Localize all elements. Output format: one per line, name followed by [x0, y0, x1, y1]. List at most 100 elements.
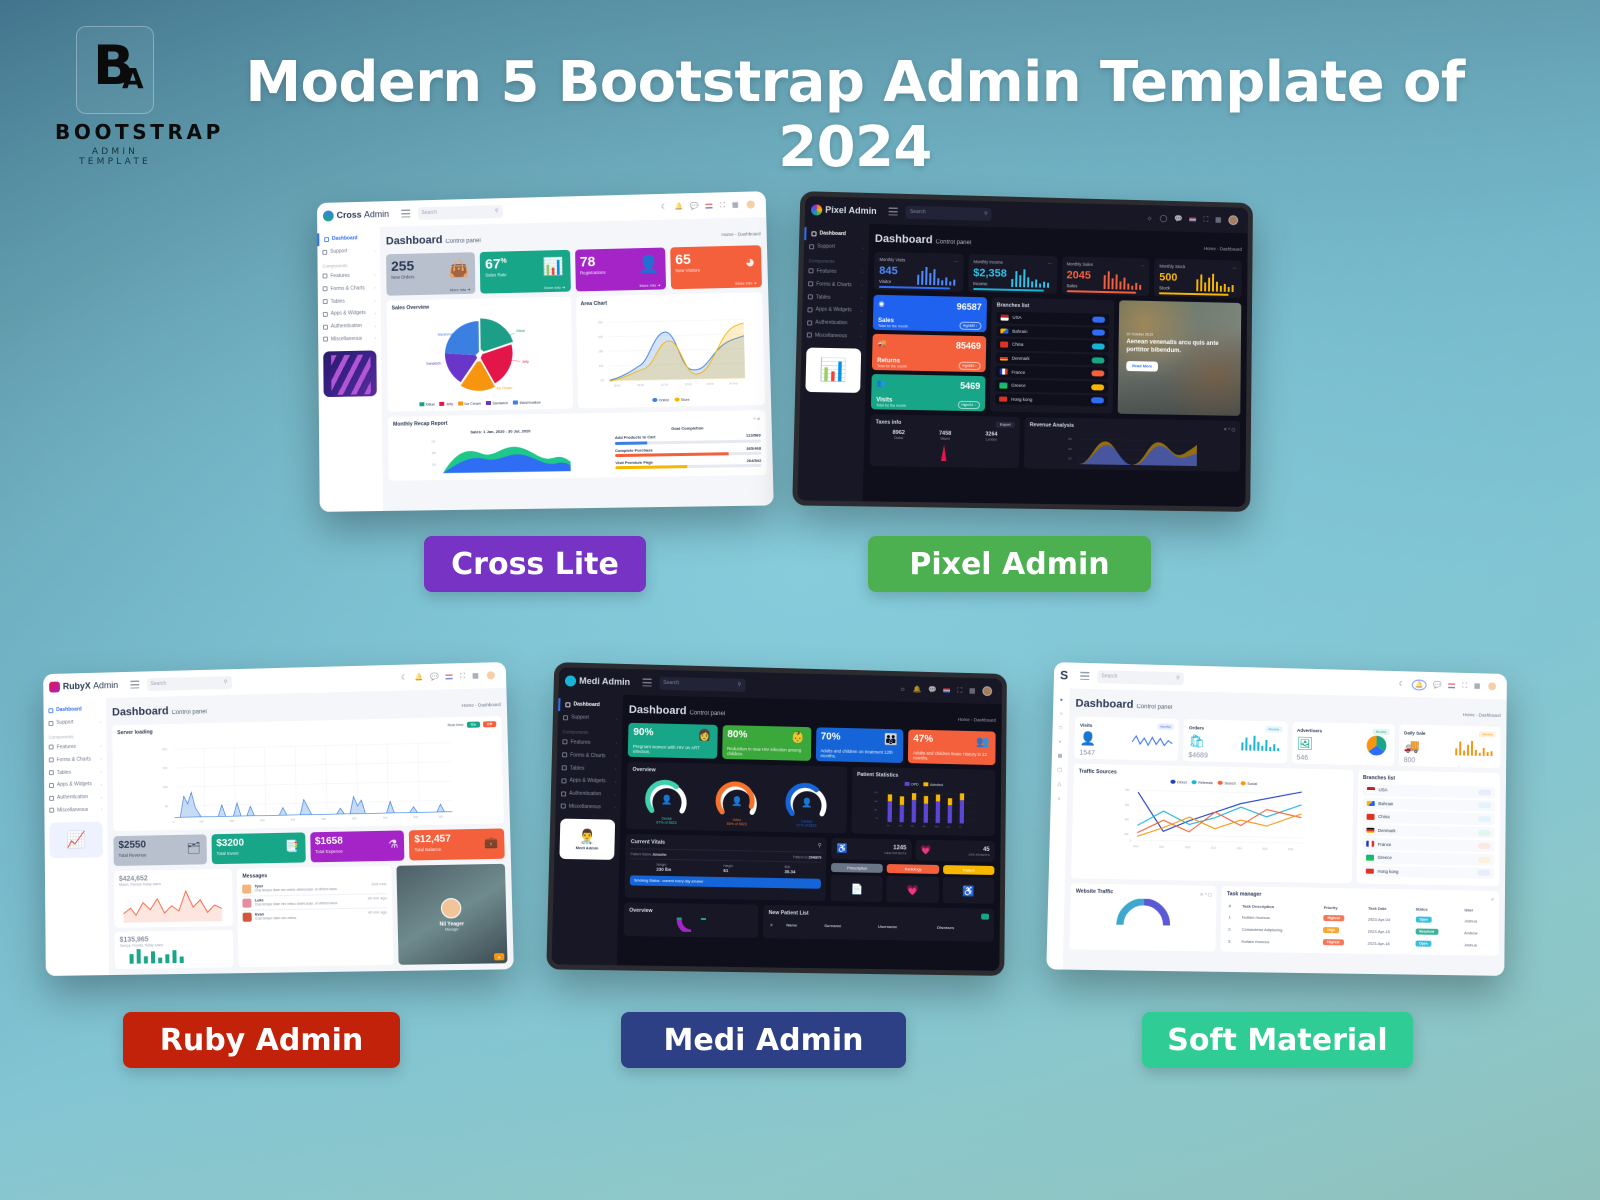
chat-icon[interactable]: 💬	[1174, 215, 1183, 222]
stat-card[interactable]: $1658 Total Expence ⚗	[309, 830, 405, 863]
sidebar-item-miscellaneous[interactable]: Miscellaneous ›	[555, 800, 620, 814]
stat-card[interactable]: $12,457 Total Balance 💼	[409, 828, 505, 861]
branch-row[interactable]: China	[995, 338, 1109, 353]
sidebar-item-forms-charts[interactable]: ◐	[1052, 735, 1069, 749]
avatar[interactable]	[485, 670, 497, 681]
grid-icon[interactable]: ▦	[969, 687, 976, 694]
stat-card[interactable]: 65 New Visitors ◕ More info ➔	[669, 245, 762, 290]
stat-card[interactable]: 255 New Orders 👜 More info ➔	[386, 252, 476, 296]
medi-sidebar[interactable]: Dashboard Support › Components Features …	[551, 693, 624, 966]
more-info-link[interactable]: More info ➔	[676, 276, 757, 287]
ruby-brand[interactable]: RubyX Admin	[49, 680, 118, 693]
stat-card-orders[interactable]: Orders Monthly 🛍 $4689	[1183, 719, 1288, 764]
profile-card[interactable]: Nil Yeager Manager ▲	[396, 863, 508, 965]
bell-icon[interactable]: ◯	[1160, 215, 1168, 222]
more-info-link[interactable]: More info ➔	[391, 283, 471, 294]
moon-icon[interactable]: ☾	[661, 203, 667, 210]
grid-icon[interactable]: ▦	[472, 672, 479, 679]
stat-card[interactable]: Monthly Sales ⋯ 2045 Sales	[1061, 256, 1150, 296]
menu-toggle-icon[interactable]	[400, 209, 410, 218]
branch-row[interactable]: USA	[1362, 783, 1496, 799]
stat-card[interactable]: $2550 Total Revenue 🗂	[113, 834, 207, 867]
action-radiology[interactable]: Radiology 💗	[886, 864, 939, 903]
avatar[interactable]	[1487, 681, 1498, 692]
grid-icon[interactable]: ▦	[1215, 216, 1222, 223]
message-item[interactable]: Evan 40 min ago Cras tempor diam nec met…	[242, 907, 388, 924]
more-info-link[interactable]: More info ➔	[485, 281, 565, 292]
realtime-on-button[interactable]: On	[466, 721, 480, 728]
screenshot-medi-admin[interactable]: Medi Admin Search ⚲ ☼ 🔔 💬 ⛶ ▦ Dashboard …	[546, 662, 1007, 976]
sidebar-item-tables[interactable]: ▦	[1052, 749, 1069, 763]
soft-brand[interactable]: S	[1060, 668, 1068, 682]
label-ruby-admin[interactable]: Ruby Admin	[123, 1012, 400, 1068]
sidebar-item-miscellaneous[interactable]: ▵	[1051, 791, 1068, 805]
chat-icon[interactable]: 💬	[928, 686, 937, 693]
tile-card[interactable]: 👥 5469 Visits Total for the month High40…	[870, 373, 986, 412]
bell-icon[interactable]: 🔔	[414, 674, 423, 681]
action-patient[interactable]: Patient ♿	[942, 865, 995, 904]
fullscreen-icon[interactable]: ⛶	[1462, 682, 1467, 689]
sidebar-promo-banner[interactable]: 📈	[49, 821, 103, 859]
branch-row[interactable]: Denmark	[1362, 824, 1495, 839]
chat-icon[interactable]: 💬	[1433, 681, 1442, 688]
moon-icon[interactable]: ☾	[401, 674, 407, 681]
search-icon[interactable]: ⚲	[818, 843, 822, 849]
flag-icon[interactable]	[705, 203, 713, 209]
sidebar-promo-banner[interactable]: 👨‍⚕ Medi Admin	[559, 818, 616, 861]
branch-row[interactable]: France	[1361, 837, 1495, 853]
screenshot-cross-lite[interactable]: Cross Admin Search ⚲ ☾ 🔔 💬 ⛶ ▦ Dashboard…	[316, 191, 774, 512]
sun-icon[interactable]: ☼	[1146, 215, 1152, 222]
ruby-sidebar[interactable]: Dashboard Support › Components Features …	[43, 698, 110, 976]
branch-row[interactable]: Greece	[995, 379, 1109, 394]
label-medi-admin[interactable]: Medi Admin	[621, 1012, 906, 1068]
menu-toggle-icon[interactable]	[642, 678, 652, 687]
bell-icon[interactable]: 🔔	[674, 203, 683, 210]
screenshot-pixel-admin[interactable]: Pixel Admin Search ⚲ ☼ ◯ 💬 ⛶ ▦ Dashboard…	[792, 191, 1253, 512]
menu-toggle-icon[interactable]	[129, 680, 139, 689]
branch-row[interactable]: China	[1362, 810, 1495, 826]
search-input[interactable]: Search ⚲	[1097, 669, 1184, 685]
screenshot-soft-material[interactable]: S Search ⚲ ☾ 🔔 💬 ⛶ ▦ ● ○ □ ◐ ▦ ▢ △ ▵ Das…	[1046, 662, 1507, 976]
pixel-brand[interactable]: Pixel Admin	[810, 203, 877, 217]
more-menu-icon[interactable]: ⋯	[954, 259, 958, 264]
sidebar-item-features[interactable]: □	[1052, 721, 1069, 735]
branch-row[interactable]: Bahrain	[1362, 797, 1496, 812]
medi-header-icons[interactable]: ☼ 🔔 💬 ⛶ ▦	[900, 684, 997, 697]
stat-card[interactable]: 70% Adults and children on treatment 12t…	[815, 727, 904, 764]
menu-toggle-icon[interactable]	[888, 207, 898, 216]
flag-icon[interactable]	[1189, 216, 1197, 222]
grid-icon[interactable]: ▦	[1474, 682, 1481, 689]
label-soft-material[interactable]: Soft Material	[1142, 1012, 1413, 1068]
stat-card[interactable]: Monthly Stock ⋯ 500 Stock	[1154, 258, 1242, 299]
stat-card[interactable]: 67% Sales Rate 📊 More info ➔	[479, 249, 571, 294]
moon-icon[interactable]: ☾	[1399, 681, 1405, 688]
branch-row[interactable]: Greece	[1361, 851, 1495, 866]
sidebar-item-miscellaneous[interactable]: Miscellaneous ›	[44, 803, 107, 817]
sidebar-item-dashboard[interactable]: ●	[1053, 693, 1070, 707]
panel-controls[interactable]: ✕ ^ ▢	[1224, 426, 1236, 431]
flag-icon[interactable]	[445, 673, 454, 679]
pixel-header-icons[interactable]: ☼ ◯ 💬 ⛶ ▦	[1146, 213, 1242, 226]
fullscreen-icon[interactable]: ⛶	[1203, 216, 1208, 223]
stat-card[interactable]: $3200 Total Invest 📑	[211, 832, 306, 865]
panel-controls[interactable]: ^ ✕	[753, 416, 760, 421]
stat-card[interactable]: Monthly Income ⋯ $2,358 Income	[967, 254, 1057, 294]
cross-sidebar[interactable]: Dashboard Support › Components Features …	[317, 226, 384, 512]
stat-card-daily-sale[interactable]: Daily Sale Monthly 🚚 800	[1398, 724, 1501, 769]
sidebar-promo-banner[interactable]: 📊	[805, 347, 862, 394]
branch-row[interactable]: Hong kong	[994, 392, 1108, 407]
sidebar-item-support[interactable]: ○	[1053, 707, 1070, 721]
cross-header-icons[interactable]: ☾ 🔔 💬 ⛶ ▦	[661, 199, 760, 212]
avatar[interactable]	[745, 199, 756, 210]
action-prescription[interactable]: Prescription 📄	[830, 862, 884, 902]
export-button[interactable]: Export	[995, 421, 1015, 429]
search-input[interactable]: Search ⚲	[146, 675, 232, 691]
sidebar-item-miscellaneous[interactable]: Miscellaneous ›	[802, 329, 867, 343]
chat-icon[interactable]: 💬	[430, 673, 439, 680]
search-input[interactable]: Search ⚲	[905, 205, 992, 221]
bell-icon[interactable]: 🔔	[1411, 678, 1427, 691]
stat-card[interactable]: Monthly Visits ⋯ 845 Visitor	[873, 251, 964, 292]
grid-icon[interactable]: ▦	[732, 201, 739, 208]
stat-card[interactable]: 78 Registrations 👤 More info ➔	[574, 247, 666, 292]
flag-icon[interactable]	[1448, 682, 1456, 688]
